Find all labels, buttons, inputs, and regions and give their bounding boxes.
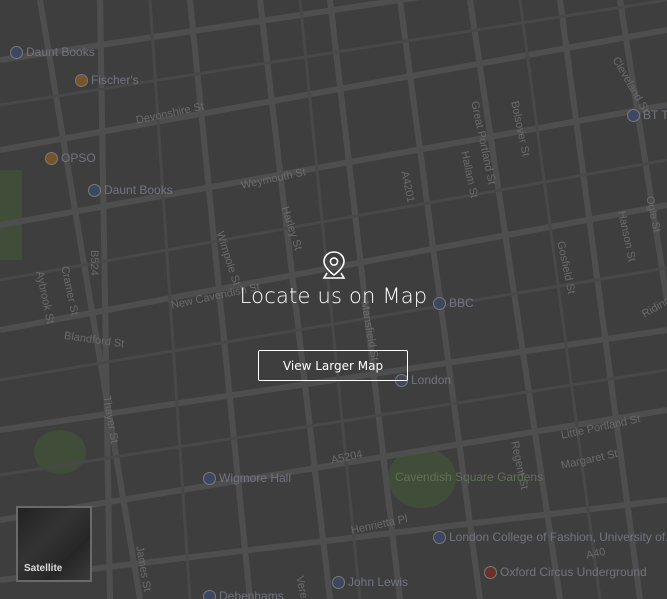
locate-cta: Locate us on Map: [0, 250, 667, 308]
locate-title: Locate us on Map: [239, 284, 428, 308]
satellite-label: Satellite: [24, 563, 63, 574]
satellite-toggle[interactable]: Satellite: [16, 506, 92, 582]
map-pin-icon: [322, 251, 345, 279]
view-larger-map-button[interactable]: View Larger Map: [258, 350, 408, 381]
map-view[interactable]: Wimpole StHarley StMansfield StGreat Por…: [0, 0, 667, 599]
